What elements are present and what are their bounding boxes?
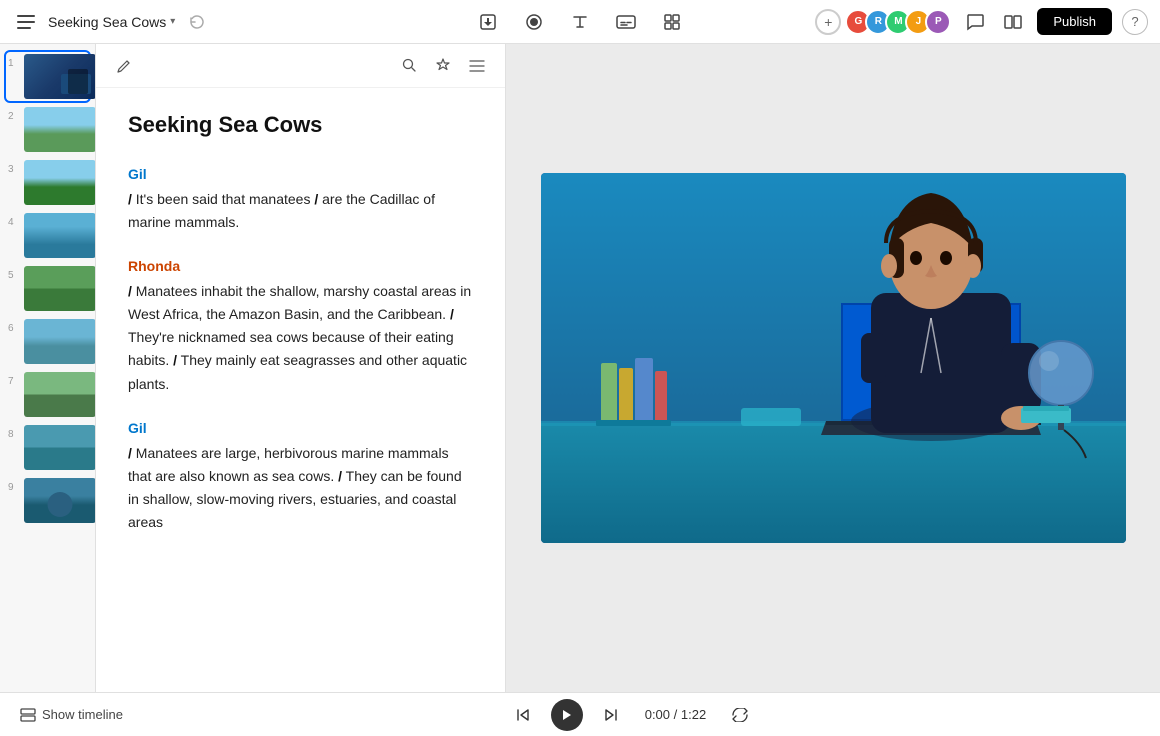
slide-img-1 xyxy=(24,54,96,99)
speaker-text-3: / Manatees are large, herbivorous marine… xyxy=(128,442,473,534)
show-timeline-button[interactable]: Show timeline xyxy=(20,707,123,722)
slide-thumb-1[interactable]: 1 xyxy=(6,52,89,101)
speaker-block-3: Gil / Manatees are large, herbivorous ma… xyxy=(128,420,473,534)
undo-icon[interactable] xyxy=(183,8,211,36)
time-separator: / xyxy=(674,707,681,722)
pen-tool-icon[interactable] xyxy=(112,54,136,78)
text-icon[interactable] xyxy=(566,8,594,36)
play-controls xyxy=(509,699,625,731)
menu-icon[interactable] xyxy=(12,8,40,36)
cursor-mark-4: / xyxy=(450,306,454,322)
slide-img-9 xyxy=(24,478,96,523)
slide-img-6 xyxy=(24,319,96,364)
slide-img-2 xyxy=(24,107,96,152)
slide-thumb-8[interactable]: 8 xyxy=(6,423,89,472)
avatar-group: G R M J P xyxy=(851,9,951,35)
slide-thumb-6[interactable]: 6 xyxy=(6,317,89,366)
slide-num-6: 6 xyxy=(8,323,20,334)
script-toolbar-right xyxy=(397,54,489,78)
slide-img-5 xyxy=(24,266,96,311)
script-toolbar xyxy=(96,44,505,88)
add-collaborator-button[interactable]: + xyxy=(815,9,841,35)
slide-thumb-3[interactable]: 3 xyxy=(6,158,89,207)
script-panel: Seeking Sea Cows Gil / It's been said th… xyxy=(96,44,506,692)
magic-icon[interactable] xyxy=(431,54,455,78)
view-toggle-icon[interactable] xyxy=(999,8,1027,36)
cursor-mark-2: / xyxy=(314,191,318,207)
slide-num-1: 1 xyxy=(8,58,20,69)
slide-num-2: 2 xyxy=(8,111,20,122)
help-button[interactable]: ? xyxy=(1122,9,1148,35)
bottom-center: 0:00 / 1:22 xyxy=(123,699,1140,731)
slide-img-3 xyxy=(24,160,96,205)
speaker-text-2: / Manatees inhabit the shallow, marshy c… xyxy=(128,280,473,395)
topbar-center xyxy=(474,8,686,36)
speaker-name-rhonda: Rhonda xyxy=(128,258,473,274)
slide-img-8 xyxy=(24,425,96,470)
slide-img-4 xyxy=(24,213,96,258)
timeline-icon xyxy=(20,708,36,722)
slide-thumb-4[interactable]: 4 xyxy=(6,211,89,260)
doc-title-text: Seeking Sea Cows xyxy=(48,14,166,30)
speaker-name-gil-1: Gil xyxy=(128,166,473,182)
comments-icon[interactable] xyxy=(961,8,989,36)
slide-num-3: 3 xyxy=(8,164,20,175)
speaker-text-1: / It's been said that manatees / are the… xyxy=(128,188,473,234)
show-timeline-label: Show timeline xyxy=(42,707,123,722)
scene-svg xyxy=(541,173,1126,543)
skip-back-button[interactable] xyxy=(509,701,537,729)
main-content: 1 2 3 4 5 xyxy=(0,44,1160,692)
cursor-mark-3: / xyxy=(128,283,132,299)
slide-thumb-5[interactable]: 5 xyxy=(6,264,89,313)
bottom-bar: Show timeline 0:00 / 1:22 xyxy=(0,692,1160,736)
cursor-mark-7: / xyxy=(338,468,342,484)
slide-num-4: 4 xyxy=(8,217,20,228)
slide-num-9: 9 xyxy=(8,482,20,493)
slide-thumb-9[interactable]: 9 xyxy=(6,476,89,525)
time-display: 0:00 / 1:22 xyxy=(645,707,706,722)
search-icon[interactable] xyxy=(397,54,421,78)
play-button[interactable] xyxy=(551,699,583,731)
script-title: Seeking Sea Cows xyxy=(128,112,473,138)
slide-img-7 xyxy=(24,372,96,417)
skip-forward-button[interactable] xyxy=(597,701,625,729)
media-image xyxy=(541,173,1126,543)
media-panel xyxy=(506,44,1160,692)
avatar-5: P xyxy=(925,9,951,35)
cursor-mark-1: / xyxy=(128,191,132,207)
slide-thumb-2[interactable]: 2 xyxy=(6,105,89,154)
loop-button[interactable] xyxy=(726,701,754,729)
slide-panel: 1 2 3 4 5 xyxy=(0,44,96,692)
script-toolbar-left xyxy=(112,54,136,78)
speaker-block-1: Gil / It's been said that manatees / are… xyxy=(128,166,473,234)
script-content: Seeking Sea Cows Gil / It's been said th… xyxy=(96,88,505,692)
publish-button[interactable]: Publish xyxy=(1037,8,1112,35)
captions-icon[interactable] xyxy=(612,8,640,36)
topbar: Seeking Sea Cows ▾ xyxy=(0,0,1160,44)
download-icon[interactable] xyxy=(474,8,502,36)
record-icon[interactable] xyxy=(520,8,548,36)
slide-num-5: 5 xyxy=(8,270,20,281)
slide-num-7: 7 xyxy=(8,376,20,387)
speaker-name-gil-2: Gil xyxy=(128,420,473,436)
topbar-right: + G R M J P Publish ? xyxy=(815,8,1148,36)
total-time: 1:22 xyxy=(681,707,706,722)
grid-icon[interactable] xyxy=(658,8,686,36)
speaker-block-2: Rhonda / Manatees inhabit the shallow, m… xyxy=(128,258,473,395)
cursor-mark-6: / xyxy=(128,445,132,461)
cursor-mark-5: / xyxy=(173,352,177,368)
doc-title[interactable]: Seeking Sea Cows ▾ xyxy=(48,14,175,30)
doc-chevron: ▾ xyxy=(170,16,175,27)
slide-num-8: 8 xyxy=(8,429,20,440)
list-icon[interactable] xyxy=(465,54,489,78)
current-time: 0:00 xyxy=(645,707,670,722)
slide-thumb-7[interactable]: 7 xyxy=(6,370,89,419)
